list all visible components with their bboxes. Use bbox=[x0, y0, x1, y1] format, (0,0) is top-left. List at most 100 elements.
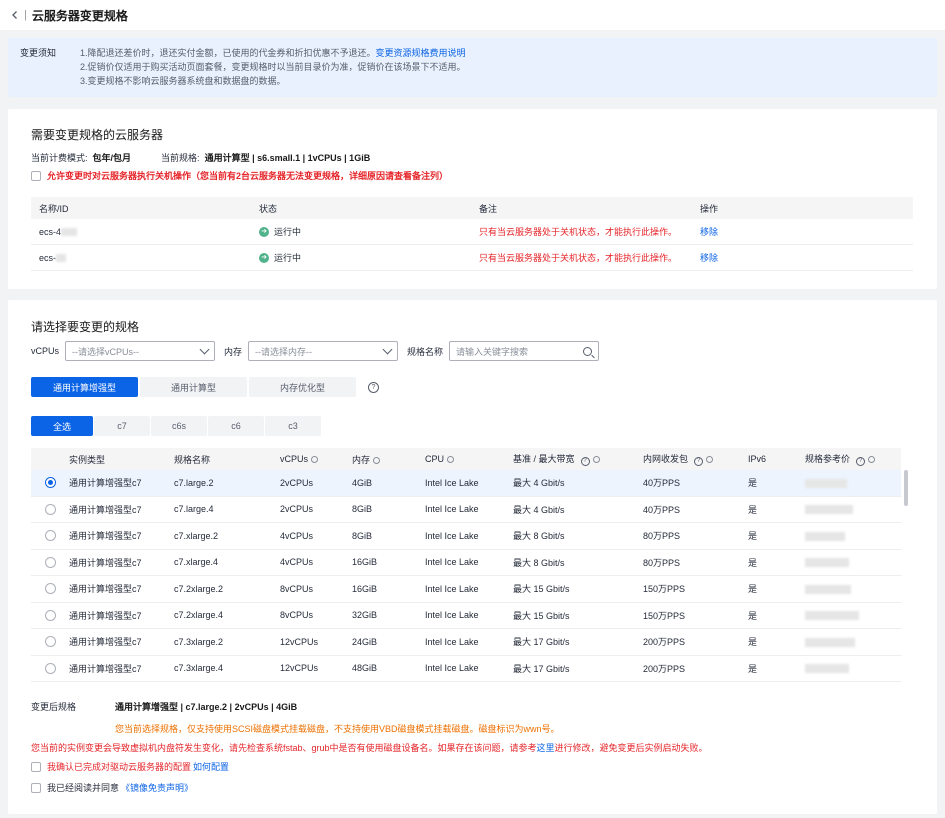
column-header-action: 操作 bbox=[700, 203, 719, 214]
driver-confirm[interactable]: 我确认已完成对驱动云服务器的配置 如何配置 bbox=[31, 760, 229, 773]
table-scrollbar[interactable] bbox=[904, 470, 908, 506]
spec-radio[interactable] bbox=[44, 556, 56, 568]
driver-confirm-checkbox[interactable] bbox=[31, 761, 41, 772]
help-icon[interactable]: ? bbox=[580, 456, 590, 466]
instance-type: 通用计算增强型c7 bbox=[69, 478, 142, 489]
table-row[interactable]: 通用计算增强型c7 c7.xlarge.2 4vCPUs 8GiB Intel Ice … bbox=[31, 523, 901, 550]
price bbox=[805, 504, 901, 515]
ipv6: 是 bbox=[748, 637, 758, 648]
notice-line-3: 3.变更规格不影响云服务器系统盘和数据盘的数据。 bbox=[80, 76, 286, 86]
bandwidth: 最大 17 Gbit/s bbox=[513, 663, 570, 674]
pps: 80万PPS bbox=[643, 557, 681, 568]
spec-radio[interactable] bbox=[44, 477, 56, 489]
cpu: Intel Ice Lake bbox=[425, 477, 479, 488]
sort-icon[interactable] bbox=[311, 456, 319, 464]
shutdown-checkbox[interactable] bbox=[31, 170, 41, 181]
column-header-cpu[interactable]: CPU bbox=[425, 454, 513, 464]
tab-memory-optimized[interactable]: 内存优化型 bbox=[249, 377, 356, 397]
search-icon[interactable] bbox=[583, 346, 593, 356]
pps: 150万PPS bbox=[643, 610, 686, 621]
column-header-vcpus[interactable]: vCPUs bbox=[280, 454, 352, 464]
ipv6: 是 bbox=[748, 504, 758, 515]
column-header-pps[interactable]: 内网收发包? bbox=[643, 452, 748, 466]
spec-section-title: 请选择要变更的规格 bbox=[31, 320, 140, 334]
column-header-spec-name: 规格名称 bbox=[174, 454, 211, 465]
family-tabs: 全选 c7 c6s c6 c3 bbox=[31, 416, 321, 436]
shutdown-option[interactable]: 允许变更时对云服务器执行关机操作（您当前有2台云服务器无法变更规格，详细原因请查… bbox=[31, 169, 448, 182]
ipv6: 是 bbox=[748, 610, 758, 621]
help-icon[interactable]: ? bbox=[368, 381, 379, 393]
spec-radio[interactable] bbox=[44, 636, 56, 648]
sort-icon[interactable] bbox=[706, 456, 714, 464]
sort-icon[interactable] bbox=[447, 456, 455, 464]
table-row[interactable]: 通用计算增强型c7 c7.2xlarge.2 8vCPUs 16GiB Intel Ic… bbox=[31, 576, 901, 603]
spec-table-header: 实例类型 规格名称 vCPUs 内存 CPU 基准 / 最大带宽? 内网收发包?… bbox=[31, 448, 901, 470]
column-header-price[interactable]: 规格参考价? bbox=[805, 452, 901, 466]
memory: 24GiB bbox=[352, 636, 378, 647]
bandwidth: 最大 15 Gbit/s bbox=[513, 584, 570, 595]
table-row[interactable]: 通用计算增强型c7 c7.xlarge.4 4vCPUs 16GiB Intel Ice… bbox=[31, 550, 901, 576]
spec-search-input[interactable]: 请输入关键字搜索 bbox=[449, 341, 600, 361]
tab-c3[interactable]: c3 bbox=[265, 416, 321, 436]
table-row[interactable]: 通用计算增强型c7 c7.3xlarge.4 12vCPUs 48GiB Intel I… bbox=[31, 656, 901, 682]
ipv6: 是 bbox=[748, 557, 758, 568]
column-header-memory[interactable]: 内存 bbox=[352, 453, 425, 466]
drive-letter-warning: 您当前的实例变更会导致虚拟机内盘符发生变化，请先检查系统fstab、grub中是… bbox=[31, 743, 708, 753]
table-row[interactable]: 通用计算增强型c7 c7.large.4 2vCPUs 8GiB Intel Ice L… bbox=[31, 497, 901, 523]
after-spec-label: 变更后规格 bbox=[31, 702, 77, 712]
spec-radio[interactable] bbox=[44, 503, 56, 515]
after-spec-value: 通用计算增强型 | c7.large.2 | 2vCPUs | 4GiB bbox=[115, 702, 298, 712]
servers-section-title: 需要变更规格的云服务器 bbox=[31, 128, 164, 142]
spec-radio[interactable] bbox=[44, 530, 56, 542]
how-to-configure-link[interactable]: 如何配置 bbox=[193, 760, 229, 773]
tab-c7[interactable]: c7 bbox=[94, 416, 150, 436]
spec-name-label: 规格名称 bbox=[407, 346, 444, 357]
disclaimer-confirm[interactable]: 我已经阅读并同意 《镜像免责声明》 bbox=[31, 781, 193, 794]
server-table: 名称/ID 状态 备注 操作 ecs-4 ➜ 运行中 只有当云服务器处于关机状态，… bbox=[31, 197, 913, 271]
disclaimer-checkbox[interactable] bbox=[31, 782, 41, 793]
sort-icon[interactable] bbox=[592, 456, 600, 464]
bandwidth: 最大 8 Gbit/s bbox=[513, 557, 565, 568]
tab-general[interactable]: 通用计算型 bbox=[140, 377, 247, 397]
help-icon[interactable]: ? bbox=[694, 456, 704, 466]
memory-select[interactable]: --请选择内存-- bbox=[248, 341, 399, 361]
instance-type: 通用计算增强型c7 bbox=[69, 504, 142, 515]
memory: 8GiB bbox=[352, 530, 373, 541]
vcpu-select[interactable]: --请选择vCPUs-- bbox=[65, 341, 216, 361]
memory: 8GiB bbox=[352, 504, 373, 515]
tab-general-enhanced[interactable]: 通用计算增强型 bbox=[31, 377, 138, 397]
vcpus: 4vCPUs bbox=[280, 530, 314, 541]
running-icon: ➜ bbox=[259, 252, 269, 263]
back-icon[interactable] bbox=[10, 10, 20, 20]
table-row[interactable]: 通用计算增强型c7 c7.3xlarge.2 12vCPUs 24GiB Intel I… bbox=[31, 629, 901, 656]
column-header-bandwidth[interactable]: 基准 / 最大带宽? bbox=[513, 452, 643, 466]
server-remark: 只有当云服务器处于关机状态，才能执行此操作。 bbox=[479, 227, 678, 237]
image-disclaimer-link[interactable]: 《镜像免责声明》 bbox=[121, 781, 193, 794]
sort-icon[interactable] bbox=[868, 456, 876, 464]
server-status: ➜ 运行中 bbox=[251, 251, 471, 264]
notice-label: 变更须知 bbox=[20, 48, 57, 58]
vcpus: 12vCPUs bbox=[280, 663, 319, 674]
fix-guide-link[interactable]: 这里 bbox=[537, 743, 555, 753]
spec-radio[interactable] bbox=[44, 662, 56, 674]
spec-radio[interactable] bbox=[44, 609, 56, 621]
fee-explanation-link[interactable]: 变更资源规格费用说明 bbox=[376, 48, 466, 58]
spec-card: 请选择要变更的规格 vCPUs --请选择vCPUs-- 内存 --请选择内存-… bbox=[8, 300, 937, 814]
tab-all[interactable]: 全选 bbox=[31, 416, 93, 436]
table-row[interactable]: 通用计算增强型c7 c7.large.2 2vCPUs 4GiB Intel Ice L… bbox=[31, 470, 901, 497]
memory: 32GiB bbox=[352, 610, 378, 621]
remove-button[interactable]: 移除 bbox=[692, 225, 913, 238]
help-icon[interactable]: ? bbox=[856, 456, 866, 466]
spec-name: c7.xlarge.2 bbox=[174, 530, 219, 541]
table-row: ecs-4 ➜ 运行中 只有当云服务器处于关机状态，才能执行此操作。 移除 bbox=[31, 219, 913, 245]
remove-button[interactable]: 移除 bbox=[692, 251, 913, 264]
billing-info: 当前计费模式: 包年/包月 bbox=[31, 153, 132, 163]
sort-icon[interactable] bbox=[373, 456, 381, 464]
tab-c6[interactable]: c6 bbox=[208, 416, 264, 436]
table-row[interactable]: 通用计算增强型c7 c7.2xlarge.4 8vCPUs 32GiB Intel Ic… bbox=[31, 603, 901, 629]
memory: 4GiB bbox=[352, 477, 373, 488]
spec-radio[interactable] bbox=[44, 583, 56, 595]
shutdown-option-label: 允许变更时对云服务器执行关机操作（您当前有2台云服务器无法变更规格，详细原因请查… bbox=[47, 171, 449, 181]
tab-c6s[interactable]: c6s bbox=[151, 416, 207, 436]
bandwidth: 最大 17 Gbit/s bbox=[513, 637, 570, 648]
